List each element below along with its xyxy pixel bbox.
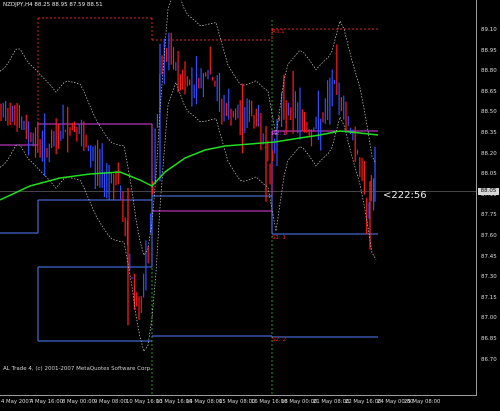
price-tick-label: 87.00 (481, 315, 497, 322)
price-tick-label: 88.95 (481, 47, 497, 54)
time-tick-label: 25 May 08:00 (404, 399, 441, 405)
time-tick-label: 4 May 2007 (1, 399, 33, 405)
support-label-1: S1: 1 (272, 235, 287, 241)
time-tick-label: 21 May 08:00 (313, 399, 350, 405)
price-tick-label: 88.35 (481, 130, 497, 136)
bar-timer: <222:56 (383, 190, 427, 201)
pivot-label: R2: 1 (272, 131, 287, 137)
price-tick-label: 88.50 (481, 109, 497, 116)
current-price-marker: 88.05 (478, 188, 499, 195)
price-tick-label: 86.70 (481, 356, 497, 363)
time-tick-label: 4 May 16:00 (30, 399, 63, 405)
resistance-label: R3.1 (272, 29, 285, 35)
price-tick-label: 87.45 (481, 253, 497, 260)
chart-window: NZDJPY,H4 88.25 88.95 87.59 88.51 AL Tra… (0, 0, 500, 411)
price-tick-label: 87.75 (481, 212, 497, 219)
price-tick-label: 87.30 (481, 274, 497, 281)
copyright-footer: AL Trade 4, (c) 2001-2007 MetaQuotes Sof… (3, 366, 152, 372)
support-label-2: S2: 2 (272, 337, 287, 343)
symbol-header: NZDJPY,H4 88.25 88.95 87.59 88.51 (3, 2, 103, 8)
time-tick-label: 14 May 08:00 (186, 399, 223, 405)
price-tick-label: 88.20 (481, 150, 497, 157)
price-tick-label: 88.65 (481, 88, 497, 95)
price-chart-area[interactable]: NZDJPY,H4 88.25 88.95 87.59 88.51 AL Tra… (0, 0, 477, 396)
price-tick-label: 86.85 (481, 336, 497, 342)
price-tick-label: 88.05 (481, 171, 497, 178)
time-tick-label: 22 May 16:00 (345, 399, 382, 405)
time-tick-label: 9 May 08:00 (94, 399, 127, 405)
time-tick-label: 18 May 00:00 (281, 399, 318, 405)
time-tick-label: 15 May 08:00 (219, 399, 256, 405)
price-tick-label: 88.80 (481, 68, 497, 75)
time-tick-label: 8 May 00:00 (62, 399, 95, 405)
price-tick-label: 87.15 (481, 294, 497, 301)
price-tick-label: 89.10 (481, 27, 497, 33)
price-tick-label: 87.60 (481, 233, 497, 239)
